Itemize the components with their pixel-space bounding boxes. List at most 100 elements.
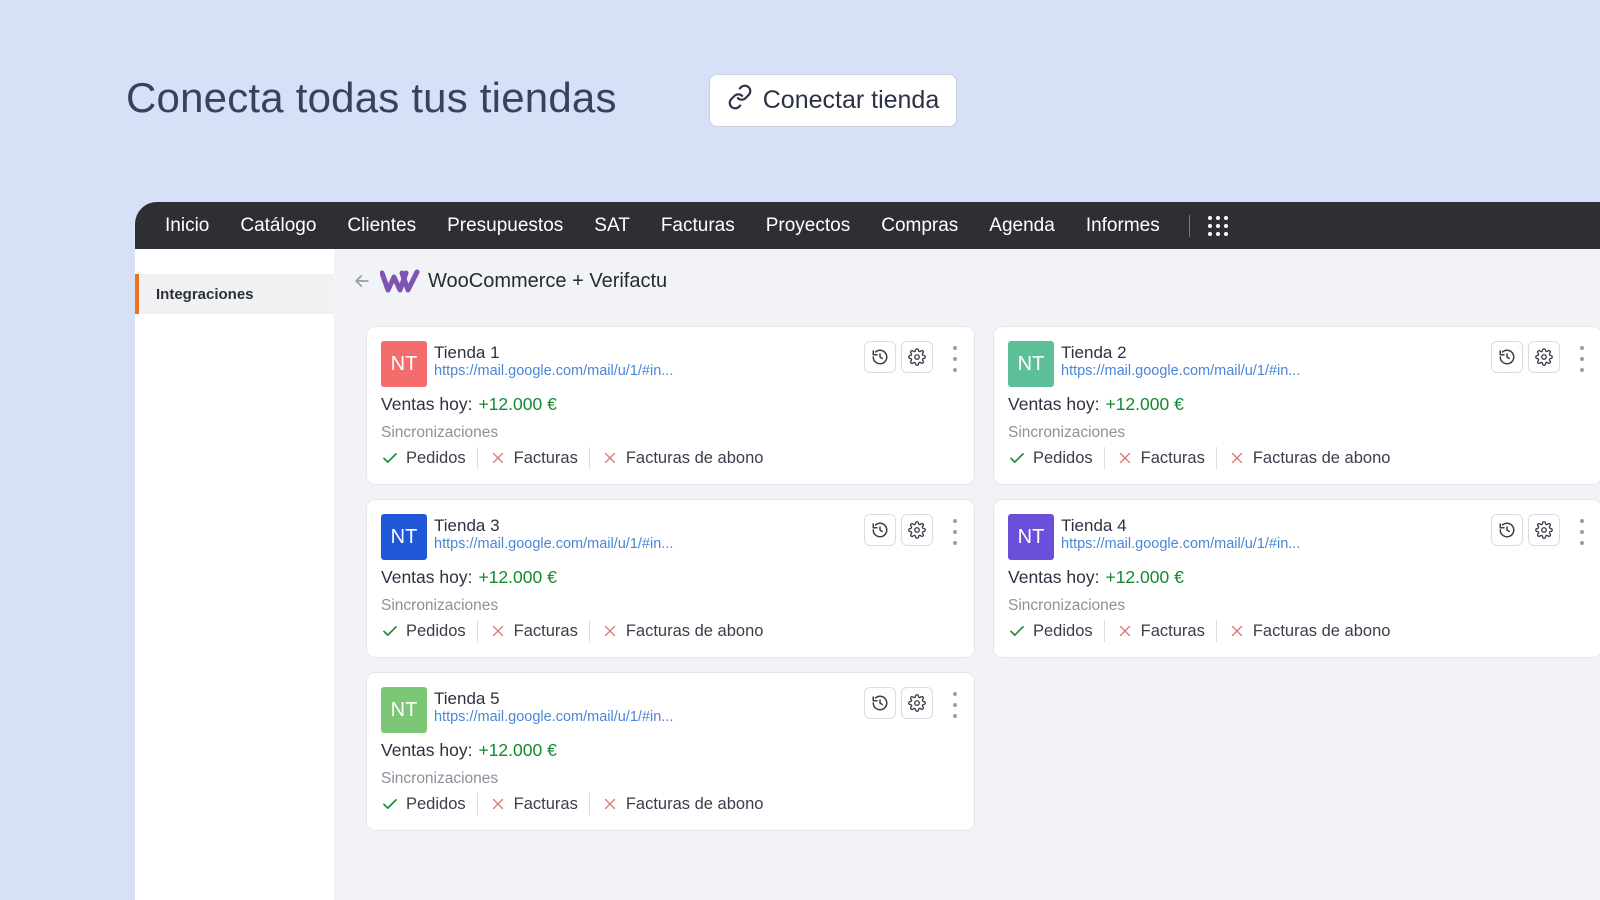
settings-button[interactable]	[1528, 514, 1560, 546]
store-name: Tienda 2	[1061, 343, 1127, 362]
sync-label: Pedidos	[406, 621, 466, 640]
sales-label: Ventas hoy:	[1008, 567, 1100, 587]
history-button[interactable]	[864, 514, 896, 546]
sync-item: Facturas	[1116, 622, 1205, 641]
sync-item: Pedidos	[381, 622, 466, 641]
sync-label: Facturas de abono	[625, 448, 764, 467]
nav-item-catalogo[interactable]: Catálogo	[240, 215, 316, 237]
sync-item: Facturas	[1116, 449, 1205, 468]
check-icon	[381, 795, 399, 813]
connect-store-button[interactable]: Conectar tienda	[709, 74, 957, 127]
history-icon	[1499, 522, 1515, 538]
check-icon	[1008, 449, 1026, 467]
store-avatar: NT	[1008, 514, 1054, 560]
history-icon	[1499, 349, 1515, 365]
sync-item: Pedidos	[381, 449, 466, 468]
arrow-left-icon[interactable]	[352, 271, 372, 291]
check-icon	[1008, 622, 1026, 640]
sync-label: Facturas	[513, 621, 578, 640]
history-icon	[872, 695, 888, 711]
nav-item-compras[interactable]: Compras	[881, 215, 958, 237]
store-url-link[interactable]: https://mail.google.com/mail/u/1/#in...	[1061, 536, 1300, 552]
history-button[interactable]	[1491, 514, 1523, 546]
breadcrumb: WooCommerce + Verifactu	[352, 269, 667, 293]
history-button[interactable]	[1491, 341, 1523, 373]
nav-item-proyectos[interactable]: Proyectos	[766, 215, 850, 237]
sidebar-item-integraciones[interactable]: Integraciones	[135, 274, 334, 314]
sales-value: +12.000 €	[1105, 394, 1184, 414]
close-icon	[489, 795, 507, 813]
sales-today: Ventas hoy: +12.000 €	[381, 394, 557, 415]
settings-button[interactable]	[901, 514, 933, 546]
page-title: WooCommerce + Verifactu	[428, 269, 668, 292]
history-button[interactable]	[864, 341, 896, 373]
sync-title: Sincronizaciones	[1008, 597, 1126, 614]
sales-today: Ventas hoy: +12.000 €	[381, 567, 557, 588]
history-button[interactable]	[864, 687, 896, 719]
sync-title: Sincronizaciones	[381, 770, 499, 787]
sync-item: Facturas de abono	[601, 622, 763, 641]
store-url-link[interactable]: https://mail.google.com/mail/u/1/#in...	[434, 363, 673, 379]
settings-button[interactable]	[1528, 341, 1560, 373]
sync-list: Pedidos Facturas Facturas de abono	[381, 793, 763, 815]
more-options-icon[interactable]	[950, 692, 960, 718]
history-icon	[872, 349, 888, 365]
sync-divider	[1103, 447, 1105, 469]
store-card-4: NT Tienda 4 https://mail.google.com/mail…	[993, 499, 1600, 658]
apps-grid-icon[interactable]	[1207, 215, 1228, 236]
sales-value: +12.000 €	[478, 394, 557, 414]
nav-item-inicio[interactable]: Inicio	[165, 215, 209, 237]
close-icon	[489, 622, 507, 640]
more-options-icon[interactable]	[1577, 519, 1587, 545]
nav-item-presupuestos[interactable]: Presupuestos	[447, 215, 563, 237]
sync-item: Pedidos	[1008, 622, 1093, 641]
close-icon	[1116, 622, 1134, 640]
store-name: Tienda 3	[434, 516, 500, 535]
sales-label: Ventas hoy:	[381, 394, 473, 414]
sync-divider	[476, 620, 478, 642]
check-icon	[381, 622, 399, 640]
store-url-link[interactable]: https://mail.google.com/mail/u/1/#in...	[434, 536, 673, 552]
nav-item-clientes[interactable]: Clientes	[347, 215, 416, 237]
more-options-icon[interactable]	[1577, 346, 1587, 372]
sync-label: Facturas	[513, 794, 578, 813]
close-icon	[489, 449, 507, 467]
sync-list: Pedidos Facturas Facturas de abono	[381, 620, 763, 642]
gear-icon	[908, 348, 926, 366]
sync-label: Facturas de abono	[1252, 621, 1391, 640]
more-options-icon[interactable]	[950, 519, 960, 545]
hero-title: Conecta todas tus tiendas	[126, 74, 617, 121]
nav-item-agenda[interactable]: Agenda	[989, 215, 1055, 237]
woocommerce-logo-icon	[380, 269, 420, 293]
store-card-1: NT Tienda 1 https://mail.google.com/mail…	[366, 326, 975, 485]
sync-divider	[1103, 620, 1105, 642]
settings-button[interactable]	[901, 341, 933, 373]
sync-item: Facturas de abono	[601, 448, 764, 468]
gear-icon	[908, 694, 926, 712]
store-url-link[interactable]: https://mail.google.com/mail/u/1/#in...	[434, 709, 673, 725]
sync-title: Sincronizaciones	[1008, 424, 1126, 441]
sidebar: Integraciones	[135, 249, 334, 900]
gear-icon	[908, 521, 926, 539]
store-avatar: NT	[1008, 341, 1054, 387]
sync-item: Facturas de abono	[1228, 449, 1390, 468]
gear-icon	[1535, 348, 1553, 366]
sync-label: Pedidos	[406, 794, 466, 813]
sync-item: Pedidos	[381, 795, 466, 814]
sync-title: Sincronizaciones	[381, 424, 499, 441]
nav-item-sat[interactable]: SAT	[594, 215, 630, 237]
store-card-5: NT Tienda 5 https://mail.google.com/mail…	[366, 672, 975, 831]
close-icon	[601, 795, 619, 813]
sync-divider	[476, 793, 478, 815]
more-options-icon[interactable]	[950, 346, 960, 372]
store-url-link[interactable]: https://mail.google.com/mail/u/1/#in...	[1061, 363, 1300, 379]
store-name: Tienda 4	[1061, 516, 1127, 535]
sync-label: Facturas	[1140, 621, 1205, 640]
top-navigation: Inicio Catálogo Clientes Presupuestos SA…	[135, 202, 1600, 249]
gear-icon	[1535, 521, 1553, 539]
nav-item-informes[interactable]: Informes	[1086, 215, 1160, 237]
sync-label: Pedidos	[1033, 448, 1093, 467]
settings-button[interactable]	[901, 687, 933, 719]
nav-item-facturas[interactable]: Facturas	[661, 215, 735, 237]
close-icon	[1228, 622, 1246, 640]
